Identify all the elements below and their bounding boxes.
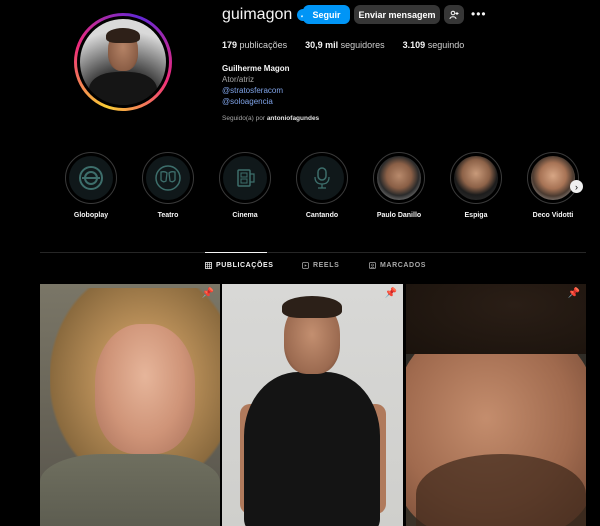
bio-category: Ator/atriz (222, 75, 255, 84)
suggested-users-button[interactable] (444, 5, 464, 24)
highlight-cover (223, 156, 267, 200)
followed-by-text[interactable]: Seguido(a) por antoniofagundes (222, 115, 319, 122)
profile-username: guimagon (222, 6, 293, 23)
highlight-ring (373, 152, 425, 204)
pin-icon: 📌 (201, 288, 214, 299)
avatar-shirt (88, 72, 158, 105)
highlight-ring (65, 152, 117, 204)
pin-icon: 📌 (384, 288, 397, 299)
bio-name: Guilherme Magon (222, 64, 290, 73)
followers-count[interactable]: 30,9 mil seguidores (305, 40, 385, 50)
tab-label: PUBLICAÇÕES (216, 262, 274, 269)
post-closeup-beard (416, 454, 586, 526)
following-count[interactable]: 3.109 seguindo (403, 40, 465, 50)
highlight-label: Cantando (305, 212, 339, 219)
highlight-label: Paulo Danillo (376, 212, 422, 219)
posts-count-label: publicações (239, 40, 288, 50)
post-man-hair (282, 296, 342, 318)
post-woman-face (95, 324, 195, 454)
follow-button[interactable]: Seguir (303, 5, 350, 24)
following-count-value: 3.109 (402, 40, 426, 50)
post-thumbnail[interactable]: 📌 (406, 284, 586, 526)
profile-stats: 179 publicações 30,9 mil seguidores 3.10… (222, 40, 464, 50)
followers-count-value: 30,9 mil (305, 40, 339, 50)
story-highlights: Globoplay Teatro Cinema Cantando Paulo D… (56, 152, 596, 227)
highlight-ring (296, 152, 348, 204)
avatar-border (77, 16, 169, 108)
highlight-paulo-danillo[interactable]: Paulo Danillo (364, 152, 434, 219)
highlight-photo (531, 156, 575, 200)
microphone-icon (314, 167, 330, 189)
tabs-divider (40, 252, 586, 253)
highlight-ring (527, 152, 579, 204)
post-man-shirt (244, 372, 380, 526)
tab-label: REELS (313, 262, 340, 269)
active-tab-indicator (205, 252, 267, 253)
reels-icon (302, 262, 309, 269)
tagged-icon (369, 262, 376, 269)
highlight-globoplay[interactable]: Globoplay (56, 152, 126, 219)
highlight-ring (142, 152, 194, 204)
globoplay-icon (79, 166, 103, 190)
highlight-label: Deco Vidotti (532, 212, 574, 219)
posts-count-value: 179 (222, 40, 238, 50)
highlight-cinema[interactable]: Cinema (210, 152, 280, 219)
highlight-ring (450, 152, 502, 204)
highlight-espiga[interactable]: Espiga (441, 152, 511, 219)
avatar-hair (105, 27, 141, 44)
tab-marcados[interactable]: MARCADOS (369, 262, 426, 269)
chevron-right-icon[interactable]: › (570, 180, 583, 193)
highlight-ring (219, 152, 271, 204)
tab-label: MARCADOS (380, 262, 427, 269)
followed-by-prefix: Seguido(a) por (222, 115, 265, 122)
highlight-teatro[interactable]: Teatro (133, 152, 203, 219)
highlight-label: Cinema (232, 212, 258, 219)
profile-avatar[interactable] (74, 13, 172, 111)
send-message-button[interactable]: Enviar mensagem (354, 5, 440, 24)
grid-icon (205, 262, 212, 269)
highlight-label: Teatro (157, 212, 179, 219)
film-reel-icon (237, 169, 255, 187)
highlight-label: Globoplay (73, 212, 109, 219)
add-person-icon (449, 10, 459, 19)
highlight-cover (300, 156, 344, 200)
profile-bio: Guilherme Magon Ator/atriz @stratosferac… (222, 63, 290, 107)
posts-grid: 📌 📌 📌 (40, 284, 586, 526)
highlight-cantando[interactable]: Cantando (287, 152, 357, 219)
bio-link-soloagencia[interactable]: @soloagencia (222, 96, 290, 107)
followers-count-label: seguidores (340, 40, 385, 50)
following-count-label: seguindo (427, 40, 465, 50)
post-closeup-hair (406, 284, 586, 354)
theater-masks-icon (155, 165, 181, 191)
posts-count: 179 publicações (222, 40, 287, 50)
highlight-cover (146, 156, 190, 200)
post-thumbnail[interactable]: 📌 (222, 284, 403, 526)
highlight-cover (69, 156, 113, 200)
tab-reels[interactable]: REELS (302, 262, 339, 269)
followed-by-user: antoniofagundes (266, 115, 320, 122)
highlight-photo (454, 156, 498, 200)
profile-username-row: guimagon ✓ (222, 6, 310, 24)
post-thumbnail[interactable]: 📌 (40, 284, 220, 526)
highlight-label: Espiga (464, 212, 488, 219)
tab-publicacoes[interactable]: PUBLICAÇÕES (205, 262, 274, 269)
bio-link-stratosfera[interactable]: @stratosferacom (222, 85, 290, 96)
avatar-photo (80, 19, 166, 105)
post-woman-blouse (40, 454, 220, 526)
pin-icon: 📌 (567, 288, 580, 299)
more-options-icon[interactable]: ••• (471, 7, 487, 21)
highlight-photo (377, 156, 421, 200)
